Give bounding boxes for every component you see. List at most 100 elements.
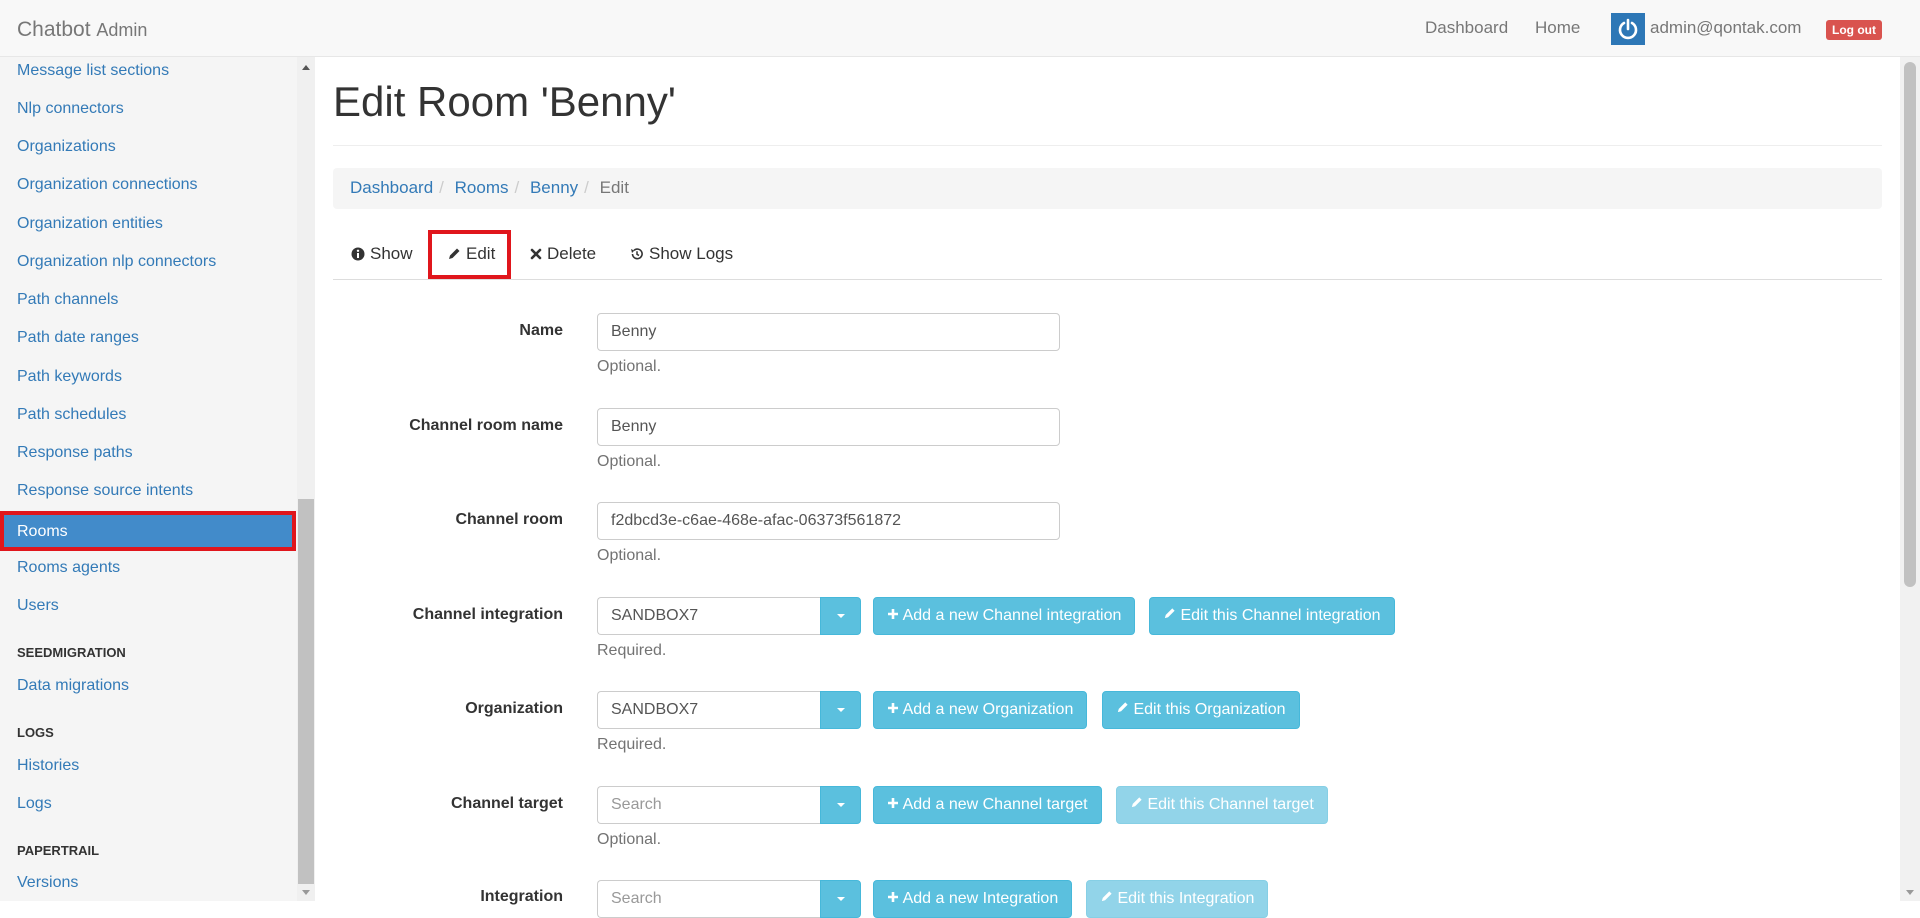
channel-room-field[interactable]: f2dbcd3e-c6ae-468e-afac-06373f561872 (597, 502, 1060, 540)
integration-search-input[interactable]: Search (597, 880, 820, 918)
sidebar-item-label: Rooms (17, 523, 68, 540)
tab-show[interactable]: Show (351, 244, 413, 264)
sidebar-item-path-date-ranges[interactable]: Path date ranges (17, 329, 139, 347)
chevron-down-icon (836, 708, 845, 712)
sidebar-item-organization-nlp-connectors[interactable]: Organization nlp connectors (17, 253, 216, 271)
add-organization-button[interactable]: Add a new Organization (873, 691, 1088, 729)
brand-subtitle: Admin (96, 20, 148, 40)
sidebar: Message list sections Nlp connectors Org… (0, 57, 297, 901)
button-label: Edit this Organization (1133, 701, 1286, 718)
tab-delete[interactable]: Delete (530, 244, 596, 264)
channel-room-help: Optional. (597, 547, 662, 564)
page-title: Edit Room 'Benny' (333, 78, 676, 125)
plus-icon (888, 703, 898, 713)
user-email-link[interactable]: admin@qontak.com (1650, 18, 1801, 38)
channel-room-name-help: Optional. (597, 453, 662, 470)
sidebar-item-users[interactable]: Users (17, 597, 59, 615)
sidebar-item-response-source-intents[interactable]: Response source intents (17, 482, 193, 500)
sidebar-section-seedmigration: SEEDMIGRATION (17, 645, 126, 660)
tab-show-logs[interactable]: Show Logs (630, 244, 733, 264)
button-label: Edit this Channel integration (1180, 607, 1381, 624)
tab-label: Edit (466, 244, 496, 263)
breadcrumb-rooms[interactable]: Rooms (455, 178, 509, 197)
scroll-down-icon[interactable] (1906, 890, 1914, 895)
pencil-icon (1164, 608, 1175, 619)
brand[interactable]: Chatbot Admin (17, 18, 147, 42)
nav-dashboard-link[interactable]: Dashboard (1425, 18, 1508, 38)
channel-integration-dropdown-toggle[interactable] (820, 597, 861, 635)
sidebar-item-histories[interactable]: Histories (17, 757, 79, 775)
sidebar-item-organizations[interactable]: Organizations (17, 138, 116, 156)
main-scroll-thumb[interactable] (1904, 62, 1916, 587)
channel-target-dropdown-toggle[interactable] (820, 786, 861, 824)
name-label: Name (519, 322, 563, 339)
channel-integration-help: Required. (597, 642, 667, 659)
button-label: Add a new Channel integration (902, 607, 1122, 624)
tabs-divider (333, 279, 1882, 280)
sidebar-scrollbar[interactable] (297, 57, 315, 901)
integration-label: Integration (480, 888, 563, 905)
channel-target-search-input[interactable]: Search (597, 786, 820, 824)
sidebar-item-organization-connections[interactable]: Organization connections (17, 176, 198, 194)
power-icon (1611, 13, 1645, 45)
breadcrumb-benny[interactable]: Benny (530, 178, 578, 197)
breadcrumb-separator: / (514, 178, 520, 197)
sidebar-item-message-list-sections[interactable]: Message list sections (17, 62, 169, 80)
scroll-down-icon[interactable] (302, 890, 310, 895)
pencil-icon (449, 248, 460, 259)
channel-integration-label: Channel integration (412, 606, 563, 623)
pencil-icon (1101, 891, 1112, 902)
sidebar-item-logs[interactable]: Logs (17, 795, 52, 813)
history-icon (631, 248, 643, 260)
sidebar-item-response-paths[interactable]: Response paths (17, 444, 133, 462)
breadcrumb-dashboard[interactable]: Dashboard (350, 178, 433, 197)
channel-target-label: Channel target (450, 795, 563, 812)
button-label: Add a new Organization (902, 701, 1074, 718)
pencil-icon (1117, 702, 1128, 713)
channel-integration-select[interactable]: SANDBOX7 (597, 597, 820, 635)
channel-room-name-field[interactable]: Benny (597, 408, 1060, 446)
channel-target-help: Optional. (597, 831, 662, 848)
name-field[interactable]: Benny (597, 313, 1060, 351)
top-navbar: Chatbot Admin Dashboard Home admin@qonta… (0, 0, 1920, 57)
breadcrumb-separator: / (584, 178, 589, 197)
add-integration-button[interactable]: Add a new Integration (873, 880, 1073, 918)
pencil-icon (1131, 797, 1142, 808)
plus-icon (888, 798, 898, 808)
edit-organization-button[interactable]: Edit this Organization (1102, 691, 1300, 729)
nav-home-link[interactable]: Home (1535, 18, 1580, 38)
sidebar-item-versions[interactable]: Versions (17, 874, 78, 892)
name-help: Optional. (597, 358, 662, 375)
organization-dropdown-toggle[interactable] (820, 691, 861, 729)
sidebar-item-nlp-connectors[interactable]: Nlp connectors (17, 100, 124, 118)
organization-label: Organization (465, 700, 563, 717)
organization-select[interactable]: SANDBOX7 (597, 691, 820, 729)
edit-integration-button: Edit this Integration (1086, 880, 1269, 918)
channel-room-label: Channel room (455, 511, 563, 528)
integration-dropdown-toggle[interactable] (820, 880, 861, 918)
sidebar-item-path-channels[interactable]: Path channels (17, 291, 118, 309)
sidebar-item-path-keywords[interactable]: Path keywords (17, 368, 122, 386)
sidebar-item-data-migrations[interactable]: Data migrations (17, 677, 129, 695)
add-channel-target-button[interactable]: Add a new Channel target (873, 786, 1102, 824)
chevron-down-icon (836, 614, 845, 618)
tab-edit[interactable]: Edit (447, 244, 495, 264)
tab-label: Show Logs (649, 244, 734, 263)
chevron-down-icon (836, 897, 845, 901)
brand-title: Chatbot (17, 18, 91, 41)
tab-label: Delete (547, 244, 597, 263)
scroll-up-icon[interactable] (302, 65, 310, 70)
sidebar-item-organization-entities[interactable]: Organization entities (17, 215, 163, 233)
sidebar-item-rooms-agents[interactable]: Rooms agents (17, 559, 120, 577)
sidebar-item-rooms[interactable]: Rooms (0, 511, 296, 551)
logout-button[interactable]: Log out (1826, 20, 1882, 40)
button-label: Add a new Channel target (902, 796, 1088, 813)
sidebar-scroll-thumb[interactable] (298, 499, 314, 884)
edit-channel-integration-button[interactable]: Edit this Channel integration (1149, 597, 1395, 635)
add-channel-integration-button[interactable]: Add a new Channel integration (873, 597, 1136, 635)
button-label: Edit this Integration (1117, 890, 1255, 907)
edit-channel-target-button: Edit this Channel target (1116, 786, 1328, 824)
sidebar-item-path-schedules[interactable]: Path schedules (17, 406, 126, 424)
tab-label: Show (370, 244, 413, 263)
main-scrollbar[interactable] (1900, 57, 1920, 901)
